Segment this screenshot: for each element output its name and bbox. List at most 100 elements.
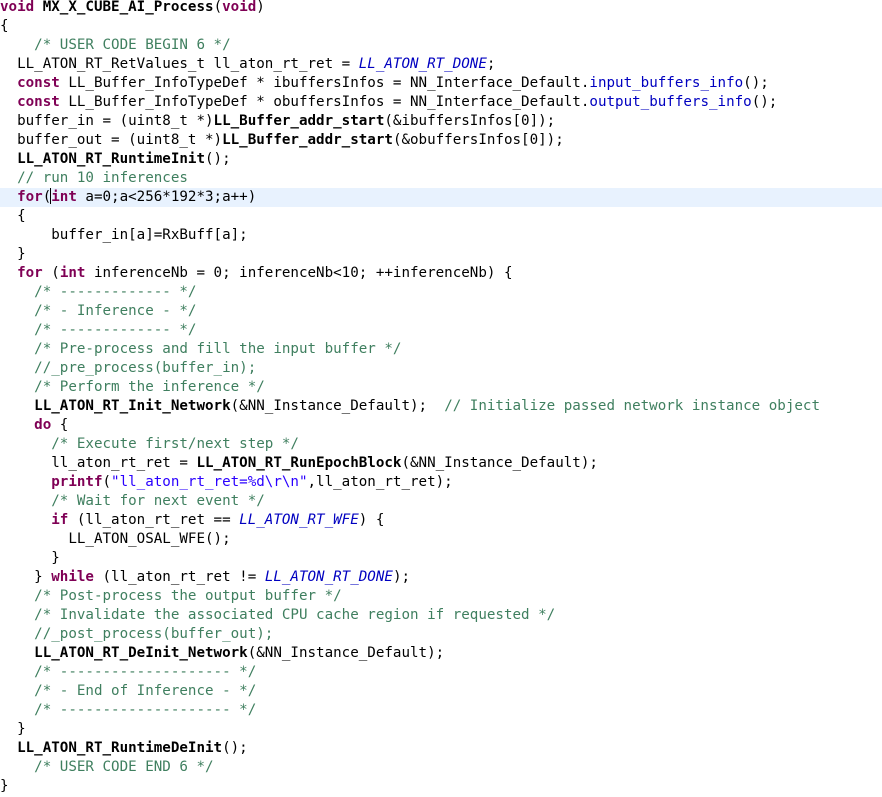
code-text-token: (ll_aton_rt_ret !=	[93, 569, 265, 585]
code-line[interactable]: /* Pre-process and fill the input buffer…	[0, 340, 882, 359]
code-line[interactable]: const LL_Buffer_InfoTypeDef * ibuffersIn…	[0, 74, 882, 93]
code-text-token: );	[392, 569, 411, 585]
code-text-token: (ll_aton_rt_ret ==	[68, 512, 240, 528]
code-text-token: buffer_out = (uint8_t *)	[0, 132, 223, 148]
code-line[interactable]: /* -------------------- */	[0, 701, 882, 720]
code-editor[interactable]: void MX_X_CUBE_AI_Process(void){ /* USER…	[0, 0, 882, 797]
code-line[interactable]: {	[0, 207, 882, 226]
code-line[interactable]: LL_ATON_RT_Init_Network(&NN_Instance_Def…	[0, 397, 882, 416]
method-token: output_buffers_info	[589, 94, 752, 110]
code-line[interactable]: for (int inferenceNb = 0; inferenceNb<10…	[0, 264, 882, 283]
comment-token: //_post_process(buffer_out);	[34, 626, 274, 642]
code-line[interactable]: buffer_in[a]=RxBuff[a];	[0, 226, 882, 245]
keyword-token: for	[17, 189, 43, 205]
code-line-current[interactable]: for(int a=0;a<256*192*3;a++)	[0, 188, 882, 207]
code-line[interactable]: const LL_Buffer_InfoTypeDef * obuffersIn…	[0, 93, 882, 112]
code-text-token: {	[51, 417, 69, 433]
code-line[interactable]: /* Invalidate the associated CPU cache r…	[0, 606, 882, 625]
code-line[interactable]: } while (ll_aton_rt_ret != LL_ATON_RT_DO…	[0, 568, 882, 587]
code-text-token: (&ibuffersInfos[0]);	[384, 113, 556, 129]
code-line[interactable]: LL_ATON_OSAL_WFE();	[0, 530, 882, 549]
code-text-token: ();	[751, 94, 778, 110]
string-token: "ll_aton_rt_ret=%d\r\n"	[111, 474, 308, 490]
code-line[interactable]: printf("ll_aton_rt_ret=%d\r\n",ll_aton_r…	[0, 473, 882, 492]
code-line[interactable]: LL_ATON_RT_RetValues_t ll_aton_rt_ret = …	[0, 55, 882, 74]
comment-token: // run 10 inferences	[17, 170, 188, 186]
code-line[interactable]: LL_ATON_RT_RuntimeDeInit();	[0, 739, 882, 758]
code-line[interactable]: /* Execute first/next step */	[0, 435, 882, 454]
code-line[interactable]: LL_ATON_RT_DeInit_Network(&NN_Instance_D…	[0, 644, 882, 663]
code-line[interactable]: }	[0, 777, 882, 796]
code-text-token: }	[0, 246, 26, 262]
code-line[interactable]: do {	[0, 416, 882, 435]
code-text-token: }	[0, 569, 52, 585]
enum-constant-token: LL_ATON_RT_DONE	[358, 56, 487, 72]
keyword-token: while	[51, 569, 94, 585]
code-line[interactable]: }	[0, 720, 882, 739]
keyword-token: if	[51, 512, 69, 528]
code-line[interactable]: // run 10 inferences	[0, 169, 882, 188]
code-line[interactable]: /* Perform the inference */	[0, 378, 882, 397]
code-line[interactable]: LL_ATON_RT_RuntimeInit();	[0, 150, 882, 169]
code-line[interactable]: /* Post-process the output buffer */	[0, 587, 882, 606]
code-text-token: inferenceNb = 0; inferenceNb<10; ++infer…	[85, 265, 513, 281]
code-text-token: ll_aton_rt_ret =	[0, 455, 197, 471]
code-text-token: ();	[222, 740, 248, 756]
code-text-token: buffer_in = (uint8_t *)	[0, 113, 214, 129]
code-line[interactable]: /* ------------- */	[0, 321, 882, 340]
code-text-token: LL_Buffer_InfoTypeDef * obuffersInfos = …	[59, 94, 590, 110]
comment-token: /* Pre-process and fill the input buffer…	[34, 341, 402, 357]
comment-token: /* Wait for next event */	[51, 493, 265, 509]
code-line[interactable]: //_post_process(buffer_out);	[0, 625, 882, 644]
function-token: LL_ATON_RT_RuntimeInit	[17, 151, 206, 167]
function-token: LL_ATON_RT_DeInit_Network	[34, 645, 248, 661]
code-line[interactable]: buffer_out = (uint8_t *)LL_Buffer_addr_s…	[0, 131, 882, 150]
code-text-token: ;	[486, 56, 496, 72]
code-line[interactable]: void MX_X_CUBE_AI_Process(void)	[0, 0, 882, 17]
comment-token: /* - Inference - */	[34, 303, 197, 319]
code-line[interactable]: if (ll_aton_rt_ret == LL_ATON_RT_WFE) {	[0, 511, 882, 530]
code-line[interactable]: /* - End of Inference - */	[0, 682, 882, 701]
comment-token: /* Perform the inference */	[34, 379, 265, 395]
comment-token: /* - End of Inference - */	[34, 683, 257, 699]
code-text-token: {	[0, 208, 26, 224]
code-line[interactable]: buffer_in = (uint8_t *)LL_Buffer_addr_st…	[0, 112, 882, 131]
enum-constant-token: LL_ATON_RT_DONE	[264, 569, 393, 585]
keyword-token: int	[51, 189, 77, 205]
code-line[interactable]: ll_aton_rt_ret = LL_ATON_RT_RunEpochBloc…	[0, 454, 882, 473]
code-text-token: a=0;a<256*192*3;a++)	[76, 189, 257, 205]
code-text-token: )	[256, 0, 265, 15]
comment-token: /* -------------------- */	[34, 702, 257, 718]
code-line[interactable]: /* USER CODE BEGIN 6 */	[0, 36, 882, 55]
code-line[interactable]: }	[0, 245, 882, 264]
code-line[interactable]: /* Wait for next event */	[0, 492, 882, 511]
code-text-token: (&NN_Instance_Default);	[401, 455, 598, 471]
comment-token: /* -------------------- */	[34, 664, 257, 680]
code-line[interactable]: //_pre_process(buffer_in);	[0, 359, 882, 378]
code-text-token: (	[213, 0, 223, 15]
code-text-token: }	[0, 721, 26, 737]
code-line[interactable]: {	[0, 17, 882, 36]
code-line[interactable]: /* -------------------- */	[0, 663, 882, 682]
code-text-token: LL_Buffer_InfoTypeDef * ibuffersInfos = …	[59, 75, 590, 91]
code-line[interactable]: /* ------------- */	[0, 283, 882, 302]
keyword-token: for	[17, 265, 43, 281]
function-token: LL_ATON_RT_RunEpochBlock	[196, 455, 402, 471]
code-text-token: }	[0, 550, 60, 566]
comment-token: // Initialize passed network instance ob…	[444, 398, 821, 414]
code-line[interactable]: /* - Inference - */	[0, 302, 882, 321]
code-text-token: LL_ATON_RT_RetValues_t ll_aton_rt_ret =	[0, 56, 359, 72]
code-line[interactable]: /* USER CODE END 6 */	[0, 758, 882, 777]
keyword-token: void	[222, 0, 257, 15]
code-text-token: (&obuffersInfos[0]);	[392, 132, 564, 148]
code-line[interactable]: }	[0, 549, 882, 568]
